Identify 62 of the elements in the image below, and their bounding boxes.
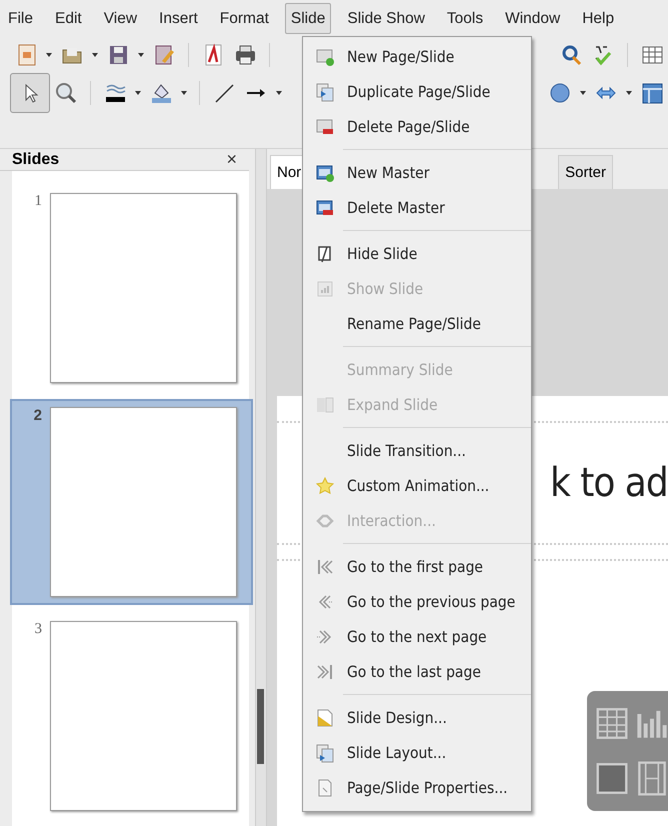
star-icon bbox=[315, 476, 335, 496]
menu-item[interactable]: Go to the previous page bbox=[303, 584, 531, 619]
menu-item[interactable]: Format bbox=[214, 2, 275, 34]
dropdown-caret-icon[interactable] bbox=[135, 91, 141, 95]
dropdown-caret-icon[interactable] bbox=[92, 53, 98, 57]
menu-item[interactable]: Slide Show bbox=[341, 2, 431, 34]
menu-item[interactable]: Duplicate Page/Slide bbox=[303, 74, 531, 109]
menu-item[interactable]: Window bbox=[499, 2, 566, 34]
slide-thumbnail[interactable] bbox=[50, 621, 237, 811]
slide-design-icon bbox=[315, 708, 335, 728]
new-master-icon bbox=[315, 162, 335, 182]
menu-item[interactable]: Slide bbox=[284, 2, 332, 34]
menu-item[interactable]: Page/Slide Properties... bbox=[303, 770, 531, 805]
circle-icon bbox=[548, 81, 572, 105]
menu-item[interactable]: Slide Layout... bbox=[303, 735, 531, 770]
menu-item[interactable]: Go to the next page bbox=[303, 619, 531, 654]
slide-thumbnail[interactable] bbox=[50, 407, 237, 597]
dropdown-caret-icon[interactable] bbox=[46, 53, 52, 57]
slide-number: 2 bbox=[32, 407, 42, 426]
expand-slide-icon bbox=[315, 394, 335, 414]
menu-item[interactable]: Go to the last page bbox=[303, 654, 531, 689]
menu-item[interactable]: Insert bbox=[153, 2, 204, 34]
splitter-handle[interactable] bbox=[257, 689, 264, 764]
menu-item[interactable]: Edit bbox=[48, 2, 88, 34]
slide-thumbnail[interactable] bbox=[50, 193, 237, 383]
slide-layout-icon bbox=[315, 742, 335, 762]
show-slide-icon bbox=[315, 278, 335, 298]
panel-title: Slides bbox=[12, 150, 60, 168]
menu-item[interactable]: Tools bbox=[440, 2, 490, 34]
title-text: k to ad bbox=[550, 460, 668, 506]
menu-item[interactable]: Custom Animation... bbox=[303, 468, 531, 503]
printer-icon bbox=[233, 43, 257, 67]
menu-item[interactable]: Slide Transition... bbox=[303, 433, 531, 468]
menu-item[interactable]: Help bbox=[576, 2, 620, 34]
menu-item[interactable]: Slide Design... bbox=[303, 700, 531, 735]
delete-master-icon bbox=[315, 198, 335, 218]
slide-number: 1 bbox=[34, 193, 42, 211]
zoom-icon bbox=[54, 81, 78, 105]
dropdown-caret-icon[interactable] bbox=[138, 53, 144, 57]
close-button[interactable]: × bbox=[226, 149, 237, 170]
dropdown-caret-icon[interactable] bbox=[181, 91, 187, 95]
dropdown-caret-icon[interactable] bbox=[580, 91, 586, 95]
slide-number: 3 bbox=[34, 621, 42, 639]
slide-thumbnail-row[interactable]: 3 bbox=[12, 615, 251, 817]
slide-thumbnail-row[interactable]: 2 bbox=[12, 401, 251, 603]
new-slide-icon bbox=[315, 46, 335, 66]
menu-item[interactable]: File bbox=[2, 2, 39, 34]
menu-item[interactable]: Delete Master bbox=[303, 190, 531, 225]
menu-item[interactable]: Rename Page/Slide bbox=[303, 306, 531, 341]
window-layout-icon bbox=[640, 81, 664, 105]
view-tab[interactable]: Sorter bbox=[558, 155, 613, 189]
dropdown-caret-icon[interactable] bbox=[626, 91, 632, 95]
delete-slide-icon bbox=[315, 116, 335, 136]
pointer-button[interactable] bbox=[10, 73, 50, 113]
menu-item[interactable]: Delete Page/Slide bbox=[303, 109, 531, 144]
dropdown-caret-icon[interactable] bbox=[276, 91, 282, 95]
menu-item[interactable]: Go to the first page bbox=[303, 549, 531, 584]
slide-thumbnail-row[interactable]: 1 bbox=[12, 187, 251, 389]
menu-item[interactable]: New Page/Slide bbox=[303, 39, 531, 74]
menu-item[interactable]: Hide Slide bbox=[303, 236, 531, 271]
duplicate-slide-icon bbox=[315, 82, 335, 102]
menu-item[interactable]: View bbox=[98, 2, 144, 34]
